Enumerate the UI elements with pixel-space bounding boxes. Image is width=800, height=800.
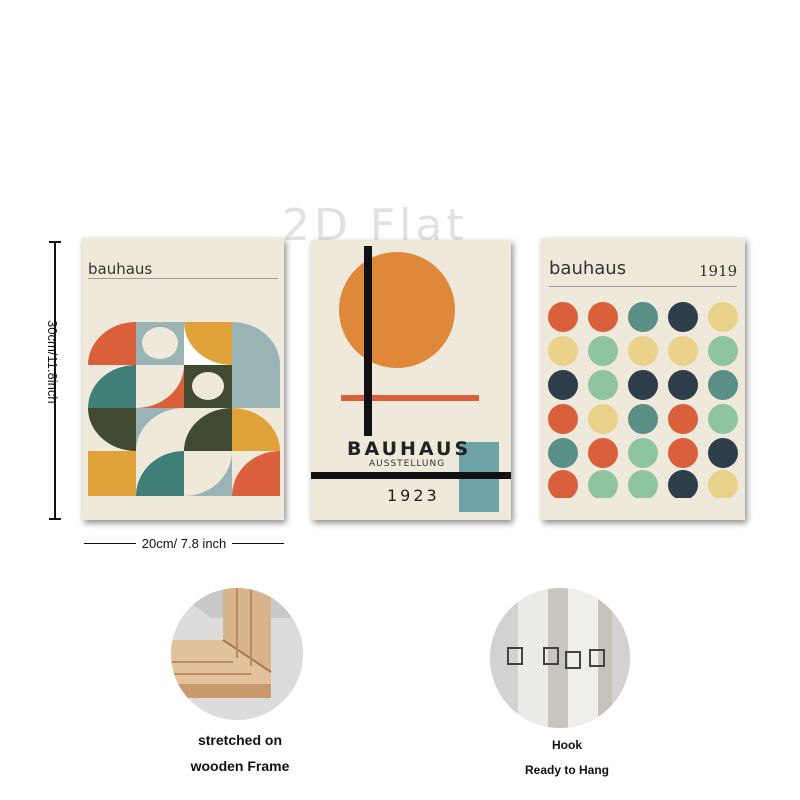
wooden-frame-photo	[171, 588, 303, 720]
orange-sun-circle	[339, 252, 455, 368]
feature-label-frame-line1: stretched on	[197, 732, 282, 748]
width-dimension-line-right	[232, 543, 285, 544]
width-dimension: 20cm/ 7.8 inch	[84, 536, 285, 551]
bauhaus-1923-artwork	[311, 246, 511, 512]
poster-geometric: bauhaus	[82, 238, 284, 520]
poster-subtitle: AUSSTELLUNG	[369, 459, 446, 469]
poster-title: bauhaus	[549, 258, 627, 279]
poster-dots-1919: bauhaus 1919	[541, 238, 745, 520]
wooden-frame-illustration	[171, 588, 303, 720]
black-horizontal-bar	[311, 472, 511, 479]
height-dimension-cap-top	[49, 241, 61, 243]
hook-photo	[490, 588, 630, 728]
black-vertical-bar	[364, 246, 372, 436]
red-horizontal-bar	[341, 395, 479, 401]
width-dimension-line-left	[84, 543, 136, 544]
poster-bauhaus-1923: BAUHAUS AUSSTELLUNG 1923	[311, 240, 511, 520]
poster-year: 1923	[387, 486, 440, 505]
height-dimension-cap-bottom	[49, 518, 61, 520]
height-dimension-label: 30cm/11.8inch	[45, 320, 60, 404]
poster-title: bauhaus	[88, 260, 153, 278]
dot-grid	[548, 302, 738, 498]
geometric-pattern	[88, 322, 280, 496]
feature-label-hook-line2: Ready to Hang	[524, 763, 609, 777]
poster-title-rule	[549, 286, 737, 287]
feature-label-hook-line1: Hook	[552, 738, 582, 752]
poster-year: 1919	[699, 262, 738, 280]
width-dimension-label: 20cm/ 7.8 inch	[141, 536, 227, 551]
poster-title-rule	[88, 278, 278, 279]
feature-label-frame-line2: wooden Frame	[190, 758, 290, 774]
poster-title: BAUHAUS	[347, 438, 472, 460]
hook-illustration	[490, 588, 630, 728]
